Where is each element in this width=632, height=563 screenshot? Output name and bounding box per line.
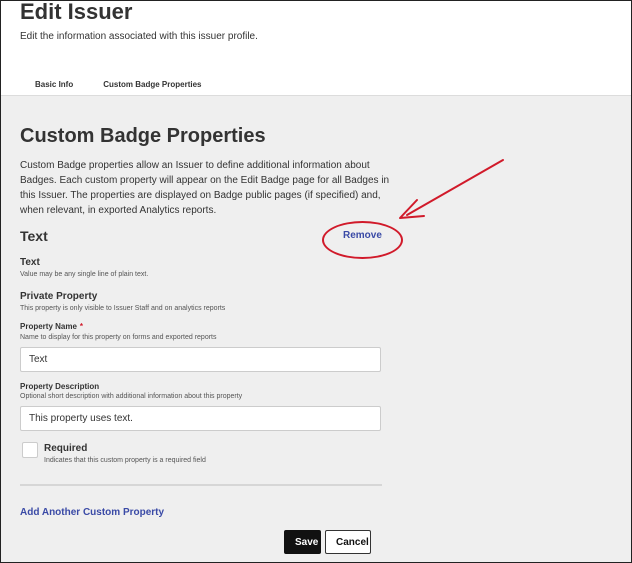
property-name-label-text: Property Name — [20, 322, 77, 331]
property-name-help: Name to display for this property on for… — [20, 334, 217, 341]
type-help-text: Value may be any single line of plain te… — [20, 271, 149, 278]
property-name-input[interactable] — [20, 347, 381, 372]
property-name-label: Property Name * — [20, 322, 83, 331]
required-label: Required — [44, 443, 88, 454]
type-label: Text — [20, 257, 40, 268]
page-header: Edit Issuer Edit the information associa… — [1, 0, 631, 100]
annotation-circle — [322, 221, 403, 259]
page-subtitle: Edit the information associated with thi… — [20, 31, 258, 42]
property-description-label: Property Description — [20, 382, 100, 391]
divider — [20, 484, 382, 486]
private-property-help: This property is only visible to Issuer … — [20, 305, 226, 312]
property-type-heading: Text — [20, 228, 48, 244]
property-description-help: Optional short description with addition… — [20, 393, 243, 400]
add-custom-property-link[interactable]: Add Another Custom Property — [20, 507, 164, 518]
save-button[interactable]: Save — [284, 530, 321, 554]
section-intro: Custom Badge properties allow an Issuer … — [20, 160, 390, 216]
cancel-button[interactable]: Cancel — [325, 530, 371, 554]
required-asterisk: * — [79, 322, 84, 331]
required-help: Indicates that this custom property is a… — [44, 457, 206, 464]
private-property-label: Private Property — [20, 291, 98, 302]
section-title: Custom Badge Properties — [20, 125, 266, 147]
content-area: Custom Badge Properties Custom Badge pro… — [1, 96, 631, 562]
required-checkbox[interactable] — [22, 442, 38, 458]
property-description-input[interactable] — [20, 406, 381, 431]
edit-issuer-page: Edit Issuer Edit the information associa… — [0, 0, 632, 563]
page-title: Edit Issuer — [20, 0, 133, 24]
